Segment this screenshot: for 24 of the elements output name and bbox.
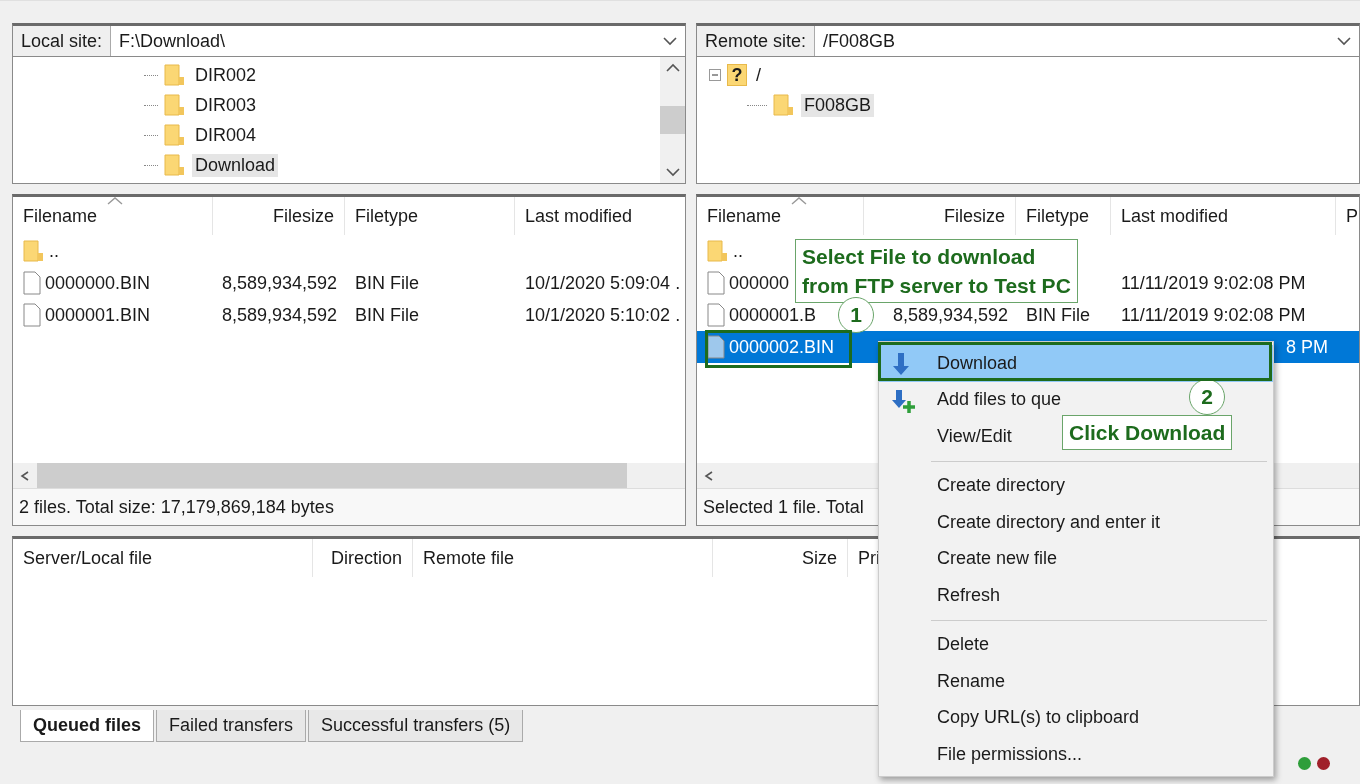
table-cell: 10/1/2020 5:10:02 . <box>525 304 681 326</box>
table-cell: 10/1/2020 5:09:04 . <box>525 272 681 294</box>
table-cell: BIN File <box>355 304 419 326</box>
question-mark-icon: ? <box>727 64 747 86</box>
file-name: .. <box>733 240 743 262</box>
file-name: 000000 <box>729 272 790 294</box>
table-cell: BIN File <box>1026 304 1090 326</box>
file-name: 0000002.BIN <box>729 336 835 358</box>
table-cell: 11/11/2019 9:02:08 PM <box>1121 304 1306 326</box>
table-cell: BIN File <box>355 272 419 294</box>
site-label: Remote site: <box>697 26 816 56</box>
file-name: 0000001.BIN <box>45 304 151 326</box>
file-name: .. <box>49 240 59 262</box>
callout-label: Select File to download from FTP server to Test PC <box>795 239 1078 303</box>
file-name: 0000001.B <box>729 304 817 326</box>
table-cell: 8,589,934,592 <box>221 304 337 326</box>
table-cell: 11/11/2019 9:02:08 PM <box>1121 272 1306 294</box>
status-text: 2 files. Total size: 17,179,869,184 bytes <box>13 488 685 525</box>
table-cell: 8,589,934,592 <box>892 304 1008 326</box>
site-label: Local site: <box>13 26 112 56</box>
table-cell: 8,589,934,592 <box>221 272 337 294</box>
file-name: 0000000.BIN <box>45 272 151 294</box>
callout-label: Click Download <box>1062 415 1233 450</box>
table-cell: 8 PM <box>1286 336 1328 358</box>
